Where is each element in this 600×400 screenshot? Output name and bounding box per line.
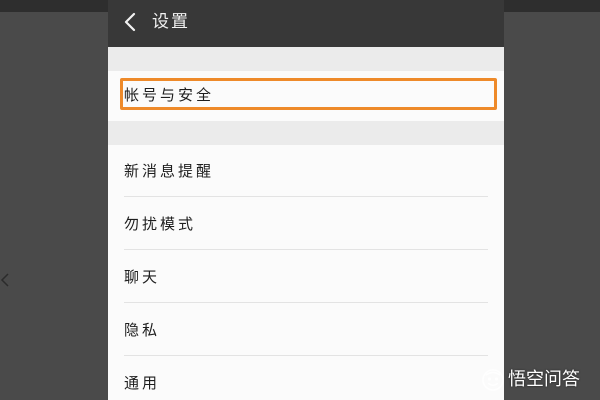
row-divider xyxy=(124,196,488,197)
settings-item-general[interactable]: 通用 xyxy=(108,357,504,400)
settings-item-chat[interactable]: 聊天 xyxy=(108,251,504,303)
phone-screen: 设置 帐号与安全 新消息提醒 勿扰模式 聊天 隐私 通用 xyxy=(108,0,504,400)
background-chevron-left-icon xyxy=(0,273,9,287)
settings-item-label: 勿扰模式 xyxy=(124,215,197,233)
watermark-text: 悟空问答 xyxy=(508,369,580,390)
settings-item-privacy[interactable]: 隐私 xyxy=(108,304,504,356)
row-divider xyxy=(124,302,488,303)
highlight-box xyxy=(120,78,497,110)
row-divider xyxy=(124,355,488,356)
background-left-panel xyxy=(0,12,108,400)
settings-item-do-not-disturb[interactable]: 勿扰模式 xyxy=(108,198,504,250)
page-title: 设置 xyxy=(152,12,190,32)
settings-item-label: 新消息提醒 xyxy=(124,162,215,180)
settings-group-general: 新消息提醒 勿扰模式 聊天 隐私 通用 xyxy=(108,145,504,400)
title-bar: 设置 xyxy=(108,0,504,47)
background-right-panel xyxy=(504,12,600,400)
settings-item-label: 隐私 xyxy=(124,321,161,339)
chevron-left-icon[interactable] xyxy=(122,11,138,33)
settings-item-label: 聊天 xyxy=(124,268,161,286)
wukong-logo-icon xyxy=(482,369,504,391)
settings-item-new-message-alert[interactable]: 新消息提醒 xyxy=(108,145,504,197)
settings-item-account-security[interactable]: 帐号与安全 xyxy=(108,71,504,121)
row-divider xyxy=(124,249,488,250)
settings-group-account: 帐号与安全 xyxy=(108,71,504,121)
settings-item-label: 通用 xyxy=(124,374,161,392)
watermark: 悟空问答 xyxy=(482,368,580,392)
